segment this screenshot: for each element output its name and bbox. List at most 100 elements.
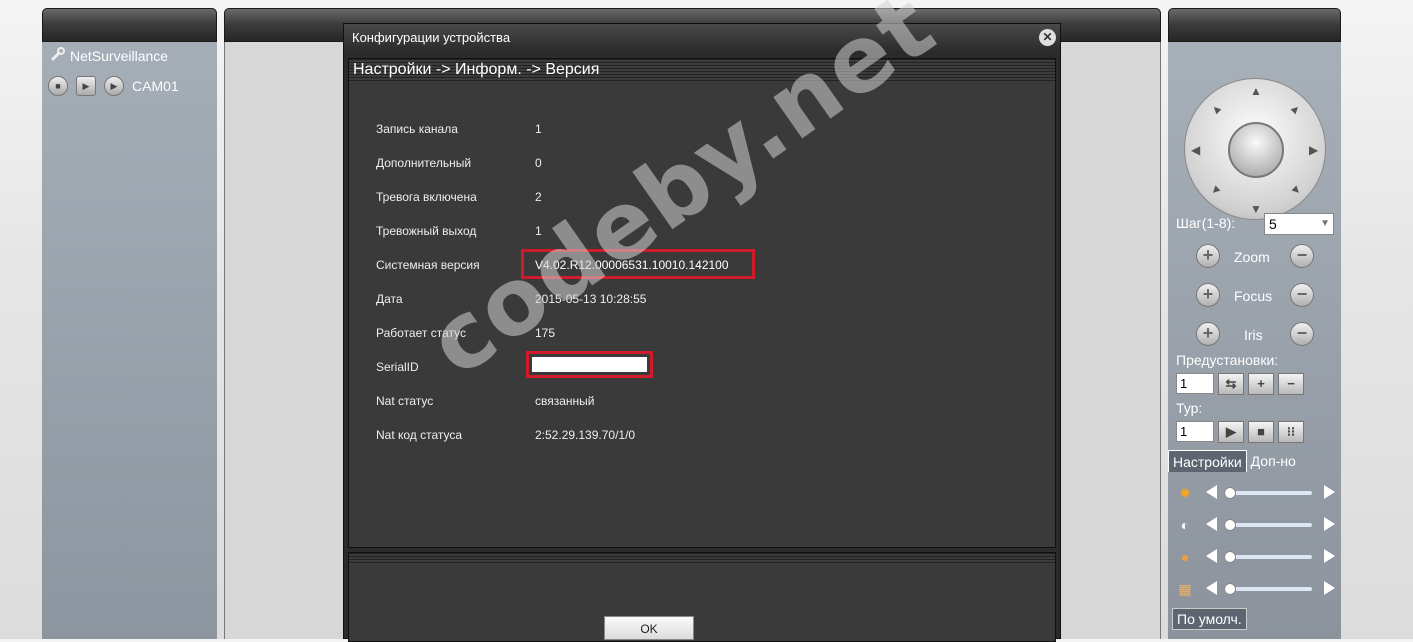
slider-knob[interactable] bbox=[1224, 583, 1236, 595]
device-config-dialog: Конфигурации устройства ✕ Настройки -> И… bbox=[343, 23, 1061, 642]
decrease-arrow-icon[interactable] bbox=[1206, 485, 1217, 499]
camera-label[interactable]: CAM01 bbox=[132, 78, 179, 94]
presets-label: Предустановки: bbox=[1176, 352, 1279, 368]
row-label: Запись канала bbox=[376, 122, 458, 136]
row-label: Системная версия bbox=[376, 258, 480, 272]
row-label: Тревога включена bbox=[376, 190, 477, 204]
increase-arrow-icon[interactable] bbox=[1324, 581, 1335, 595]
footer-bar bbox=[349, 553, 1055, 565]
focus-in-button[interactable]: + bbox=[1196, 283, 1220, 307]
saturation-slider[interactable]: ● bbox=[1176, 547, 1336, 567]
dialog-titlebar[interactable]: Конфигурации устройства ✕ bbox=[344, 24, 1060, 52]
ptz-up-icon[interactable]: ▲ bbox=[1250, 85, 1262, 97]
tab-settings[interactable]: Настройки bbox=[1168, 450, 1247, 472]
play-icon[interactable]: ▶ bbox=[76, 76, 96, 96]
stop-icon[interactable]: ■ bbox=[48, 76, 68, 96]
slider-knob[interactable] bbox=[1224, 551, 1236, 563]
tour-label: Тур: bbox=[1176, 400, 1203, 416]
default-button[interactable]: По умолч. bbox=[1172, 608, 1247, 630]
zoom-label: Zoom bbox=[1234, 249, 1270, 265]
slider-track[interactable] bbox=[1226, 587, 1312, 591]
row-label: Nat статус bbox=[376, 394, 434, 408]
row-value: 175 bbox=[535, 326, 556, 340]
increase-arrow-icon[interactable] bbox=[1324, 549, 1335, 563]
slider-track[interactable] bbox=[1226, 491, 1312, 495]
preset-remove-button[interactable]: − bbox=[1278, 373, 1304, 395]
row-value: 1 bbox=[535, 224, 542, 238]
brightness-slider[interactable]: ✹ bbox=[1176, 483, 1336, 503]
row-value: 0 bbox=[535, 156, 542, 170]
ptz-right-icon[interactable]: ▶ bbox=[1309, 144, 1318, 156]
row-label: SerialID bbox=[376, 360, 419, 374]
wrench-icon bbox=[50, 46, 66, 65]
ptz-up-left-icon[interactable]: ▲ bbox=[1207, 100, 1225, 118]
dialog-footer-section bbox=[348, 552, 1056, 642]
highlight-box bbox=[526, 351, 653, 378]
iris-open-button[interactable]: + bbox=[1196, 322, 1220, 346]
row-label: Работает статус bbox=[376, 326, 466, 340]
slider-track[interactable] bbox=[1226, 523, 1312, 527]
focus-out-button[interactable]: − bbox=[1290, 283, 1314, 307]
ptz-panel: ▲ ▼ ◀ ▶ ▲ ▲ ▼ ▼ Шаг(1-8): 5 ▼ + Zoom − +… bbox=[1168, 42, 1341, 639]
device-name: NetSurveillance bbox=[70, 47, 169, 64]
row-label: Тревожный выход bbox=[376, 224, 477, 238]
row-label: Дата bbox=[376, 292, 403, 306]
iris-label: Iris bbox=[1244, 327, 1263, 343]
ptz-left-icon[interactable]: ◀ bbox=[1191, 144, 1200, 156]
zoom-out-button[interactable]: − bbox=[1290, 244, 1314, 268]
device-tree-root[interactable]: NetSurveillance bbox=[50, 46, 168, 65]
row-label: Nat код статуса bbox=[376, 428, 463, 442]
step-value: 5 bbox=[1269, 216, 1277, 232]
tour-input[interactable]: 1 bbox=[1176, 421, 1214, 442]
slider-knob[interactable] bbox=[1224, 519, 1236, 531]
tab-extra[interactable]: Доп-но bbox=[1247, 450, 1300, 472]
left-panel-header bbox=[42, 8, 217, 42]
decrease-arrow-icon[interactable] bbox=[1206, 517, 1217, 531]
focus-label: Focus bbox=[1234, 288, 1273, 304]
right-panel-header bbox=[1168, 8, 1341, 42]
camera-row[interactable]: ■ ▶ ▶ CAM01 bbox=[48, 76, 179, 96]
slider-track[interactable] bbox=[1226, 555, 1312, 559]
hue-slider[interactable]: ▦ bbox=[1176, 579, 1336, 599]
preset-input[interactable]: 1 bbox=[1176, 373, 1214, 394]
tour-stop-button[interactable]: ■ bbox=[1248, 421, 1274, 443]
tour-grid-button[interactable]: ⁝⁝ bbox=[1278, 421, 1304, 443]
ptz-down-right-icon[interactable]: ▼ bbox=[1287, 181, 1305, 199]
decrease-arrow-icon[interactable] bbox=[1206, 581, 1217, 595]
preset-goto-button[interactable]: ⇆ bbox=[1218, 373, 1244, 395]
step-label: Шаг(1-8): bbox=[1176, 215, 1236, 231]
ptz-center-button[interactable] bbox=[1228, 122, 1284, 178]
tour-play-button[interactable]: ▶ bbox=[1218, 421, 1244, 443]
ptz-down-left-icon[interactable]: ▼ bbox=[1207, 181, 1225, 199]
decrease-arrow-icon[interactable] bbox=[1206, 549, 1217, 563]
row-value: связанный bbox=[535, 394, 595, 408]
row-value: 2:52.29.139.70/1/0 bbox=[535, 428, 636, 442]
row-value: 1 bbox=[535, 122, 542, 136]
ptz-up-right-icon[interactable]: ▲ bbox=[1287, 100, 1305, 118]
slider-knob[interactable] bbox=[1224, 487, 1236, 499]
device-tree-panel: NetSurveillance ■ ▶ ▶ CAM01 bbox=[42, 42, 217, 639]
increase-arrow-icon[interactable] bbox=[1324, 517, 1335, 531]
iris-close-button[interactable]: − bbox=[1290, 322, 1314, 346]
dialog-title: Конфигурации устройства bbox=[352, 30, 511, 45]
version-info-section: Настройки -> Информ. -> Версия Запись ка… bbox=[348, 58, 1056, 548]
zoom-in-button[interactable]: + bbox=[1196, 244, 1220, 268]
contrast-icon: ◐ bbox=[1180, 517, 1190, 533]
ptz-down-icon[interactable]: ▼ bbox=[1250, 203, 1262, 215]
color-wheel-icon: ● bbox=[1180, 549, 1190, 565]
play-circle-icon[interactable]: ▶ bbox=[104, 76, 124, 96]
settings-tabs: Настройки Доп-но bbox=[1168, 450, 1341, 472]
row-label: Дополнительный bbox=[376, 156, 472, 170]
ptz-control[interactable]: ▲ ▼ ◀ ▶ ▲ ▲ ▼ ▼ bbox=[1184, 78, 1326, 220]
contrast-slider[interactable]: ◐ bbox=[1176, 515, 1336, 535]
preset-add-button[interactable]: + bbox=[1248, 373, 1274, 395]
redacted-serial bbox=[532, 357, 647, 372]
row-value: 2 bbox=[535, 190, 542, 204]
close-icon[interactable]: ✕ bbox=[1039, 29, 1056, 46]
chevron-down-icon: ▼ bbox=[1320, 218, 1330, 229]
increase-arrow-icon[interactable] bbox=[1324, 485, 1335, 499]
step-select[interactable]: 5 ▼ bbox=[1264, 213, 1334, 235]
brightness-icon: ✹ bbox=[1179, 485, 1191, 501]
grid-icon: ▦ bbox=[1178, 581, 1192, 597]
ok-button[interactable]: OK bbox=[604, 616, 694, 640]
